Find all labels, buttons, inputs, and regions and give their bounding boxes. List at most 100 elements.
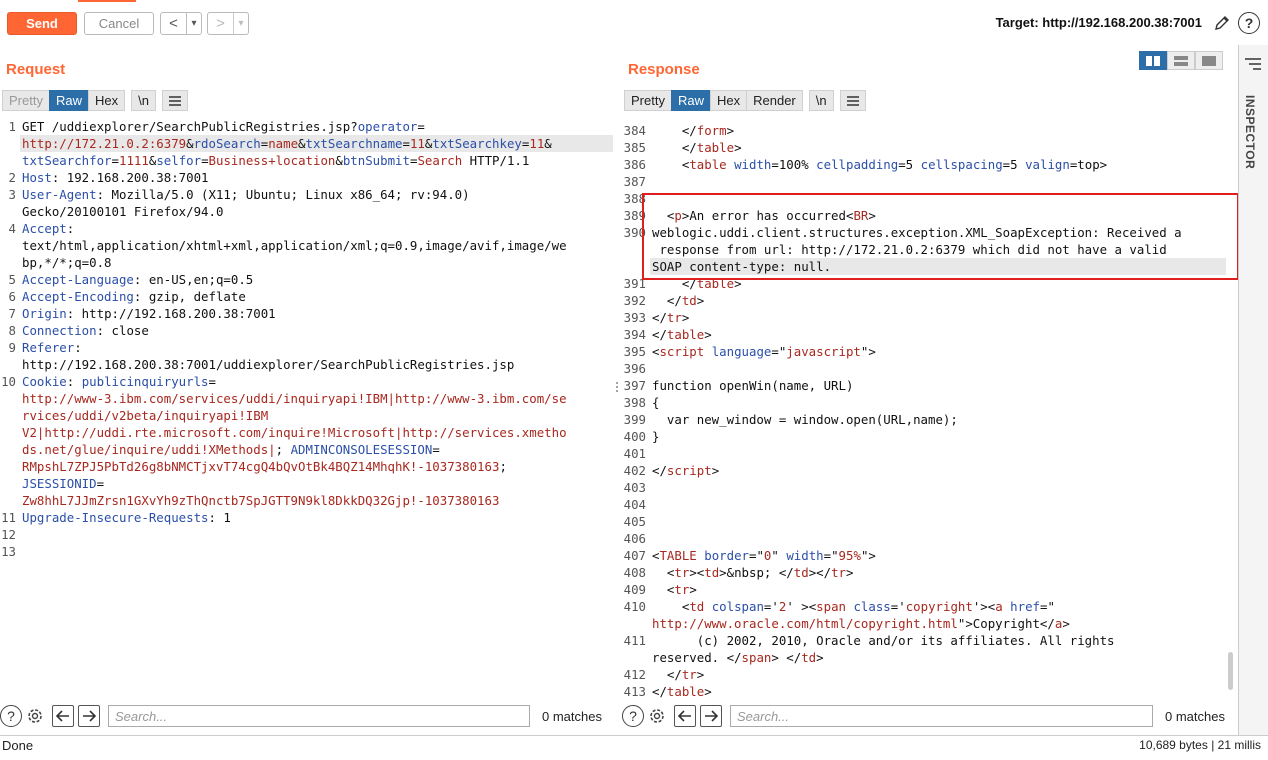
code-token: txtSearchfor xyxy=(22,153,112,168)
help-icon[interactable]: ? xyxy=(1238,12,1260,34)
code-token: valign xyxy=(1025,157,1070,172)
request-search-input[interactable]: Search... xyxy=(108,705,530,727)
code-token: = xyxy=(432,442,440,457)
code-token: : 1 xyxy=(208,510,231,525)
code-token: > xyxy=(816,650,824,665)
line-number: 412 xyxy=(623,667,646,682)
code-token: 11 xyxy=(409,136,425,151)
code-token: : xyxy=(74,340,82,355)
back-icon[interactable]: < xyxy=(161,13,187,34)
code-token: http://www.oracle.com/html/copyright.htm… xyxy=(652,616,958,631)
code-line: V2|http://uddi.rte.microsoft.com/inquire… xyxy=(22,424,567,441)
code-token: > xyxy=(689,582,697,597)
target-prefix: Target: xyxy=(995,15,1043,30)
line-number: 405 xyxy=(623,514,646,529)
cancel-button[interactable]: Cancel xyxy=(84,12,154,35)
previous-match-icon[interactable] xyxy=(52,705,74,727)
forward-dropdown-icon[interactable]: ▾ xyxy=(234,13,248,34)
response-scrollbar[interactable] xyxy=(1228,652,1233,690)
code-token: 1111 xyxy=(119,153,149,168)
code-token: User-Agent xyxy=(22,187,97,202)
code-token: name xyxy=(268,136,299,151)
request-menu-icon[interactable] xyxy=(161,90,188,111)
tab-hex[interactable]: Hex xyxy=(87,90,126,111)
tab-newline[interactable]: \n xyxy=(808,90,834,111)
help-icon[interactable]: ? xyxy=(622,705,644,727)
line-number xyxy=(0,458,16,475)
code-token: & xyxy=(335,153,343,168)
code-token: ' >< xyxy=(786,599,817,614)
line-number xyxy=(0,424,16,441)
next-match-icon[interactable] xyxy=(700,705,722,727)
code-token: td xyxy=(704,565,720,580)
line-number: 387 xyxy=(623,174,646,189)
response-menu-icon[interactable] xyxy=(839,90,866,111)
code-line: </tr> xyxy=(652,309,1182,326)
code-token: =' xyxy=(763,599,779,614)
line-number xyxy=(0,135,16,152)
code-token: > xyxy=(704,684,712,699)
code-line: RMpshL7ZPJ5PbTd26g8bNMCTjxvT74cgQ4bQvOtB… xyxy=(22,458,567,475)
code-line: GET /uddiexplorer/SearchPublicRegistries… xyxy=(22,118,567,135)
code-token: a xyxy=(995,599,1011,614)
code-token: < xyxy=(652,565,675,580)
response-match-count: 0 matches xyxy=(1165,709,1225,724)
line-number xyxy=(620,649,646,666)
code-token: =100% xyxy=(771,157,817,172)
previous-match-icon[interactable] xyxy=(674,705,696,727)
code-token: </ xyxy=(652,123,697,138)
code-line: Accept-Encoding: gzip, deflate xyxy=(22,288,567,305)
inspector-label[interactable]: INSPECTOR xyxy=(1243,95,1257,169)
tab-newline[interactable]: \n xyxy=(131,90,156,111)
history-forward-group[interactable]: > ▾ xyxy=(207,12,249,35)
tab-hex[interactable]: Hex xyxy=(709,90,747,111)
line-number: 392 xyxy=(623,293,646,308)
code-token: =5 xyxy=(1002,157,1026,172)
code-token: TABLE xyxy=(659,548,705,563)
forward-icon[interactable]: > xyxy=(208,13,234,34)
code-token: "> xyxy=(860,344,876,359)
next-match-icon[interactable] xyxy=(78,705,100,727)
code-token: =top> xyxy=(1069,157,1108,172)
code-token: http://192.168.200.38:7001/uddiexplorer/… xyxy=(22,357,515,372)
layout-side-by-side-icon[interactable] xyxy=(1139,51,1167,70)
code-line: Zw8hhL7JJmZrsn1GXvYh9zThQnctb7SpJGTT9N9k… xyxy=(22,492,567,509)
tab-raw[interactable]: Raw xyxy=(48,90,88,111)
code-token: = xyxy=(201,153,209,168)
response-search-input[interactable]: Search... xyxy=(730,705,1153,727)
layout-single-icon[interactable] xyxy=(1195,51,1223,70)
code-token: Cookie xyxy=(22,374,67,389)
code-token: Host xyxy=(22,170,52,185)
code-token: > xyxy=(1062,616,1070,631)
code-token: : xyxy=(66,374,82,389)
code-token: </ xyxy=(652,463,667,478)
back-dropdown-icon[interactable]: ▾ xyxy=(187,13,201,34)
gear-icon[interactable] xyxy=(646,705,668,727)
code-token: </ xyxy=(652,140,697,155)
code-token: =" xyxy=(1040,599,1055,614)
tab-pretty[interactable]: Pretty xyxy=(2,90,49,111)
tab-pretty[interactable]: Pretty xyxy=(624,90,671,111)
target-label[interactable]: Target: http://192.168.200.38:7001 xyxy=(996,15,1202,30)
line-number: 6 xyxy=(8,289,16,304)
send-button[interactable]: Send xyxy=(7,12,77,35)
code-token: & xyxy=(186,136,194,151)
request-editor[interactable]: GET /uddiexplorer/SearchPublicRegistries… xyxy=(22,118,567,560)
history-back-group[interactable]: < ▾ xyxy=(160,12,202,35)
code-token: Gecko/20100101 Firefox/94.0 xyxy=(22,204,224,219)
code-token: >&nbsp; </ xyxy=(719,565,794,580)
pencil-icon[interactable] xyxy=(1211,12,1233,34)
gear-icon[interactable] xyxy=(24,705,46,727)
code-line: </td> xyxy=(652,292,1182,309)
line-number: 402 xyxy=(623,463,646,478)
response-title: Response xyxy=(628,61,700,78)
tab-raw[interactable]: Raw xyxy=(670,90,710,111)
code-token: txtSearchkey xyxy=(432,136,522,151)
help-icon[interactable]: ? xyxy=(0,705,22,727)
line-number: 399 xyxy=(623,412,646,427)
layout-stacked-icon[interactable] xyxy=(1167,51,1195,70)
tab-render[interactable]: Render xyxy=(746,90,803,111)
